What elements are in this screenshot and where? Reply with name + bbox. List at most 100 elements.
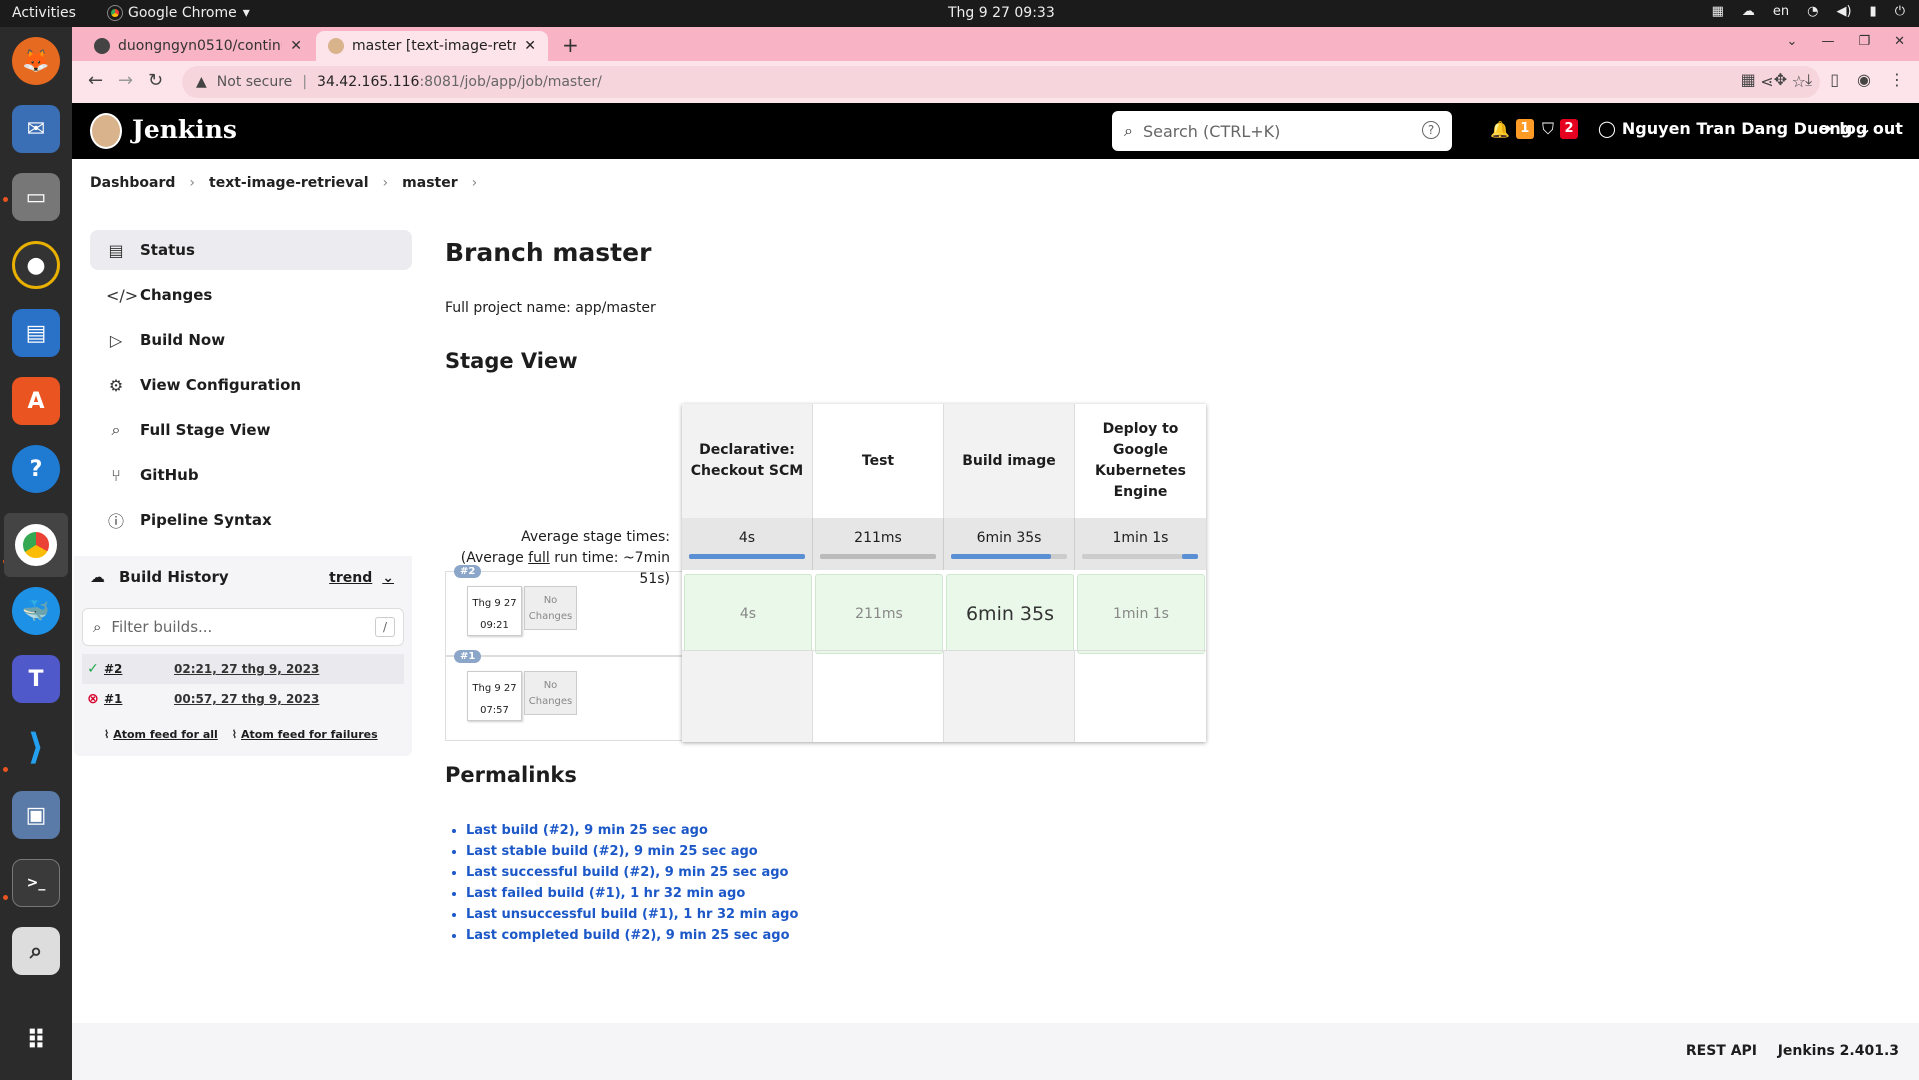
build-number-link[interactable]: #2 [104, 662, 174, 676]
build-row[interactable]: ⊗ #1 00:57, 27 thg 9, 2023 [82, 684, 404, 714]
build-row[interactable]: ✓ #2 02:21, 27 thg 9, 2023 [82, 654, 404, 684]
close-window-icon[interactable]: ✕ [1894, 34, 1905, 49]
permalink-last-stable[interactable]: Last stable build (#2), 9 min 25 sec ago [466, 841, 798, 862]
divider: | [302, 74, 308, 90]
permalink-last-successful[interactable]: Last successful build (#2), 9 min 25 sec… [466, 862, 798, 883]
stage-cell-success[interactable]: 6min 35s [946, 574, 1074, 654]
side-item-pipeline-syntax[interactable]: ⓘ Pipeline Syntax [90, 500, 412, 540]
breadcrumb-dashboard[interactable]: Dashboard [90, 175, 175, 191]
filter-builds-input[interactable]: ⌕ Filter builds... / [82, 608, 404, 646]
build-date-link[interactable]: 00:57, 27 thg 9, 2023 [174, 692, 319, 706]
side-item-label: Status [140, 241, 195, 259]
build-number-link[interactable]: #1 [104, 692, 174, 706]
side-item-changes[interactable]: </> Changes [90, 275, 412, 315]
help-icon[interactable]: ? [12, 445, 60, 493]
jenkins-version-link[interactable]: Jenkins 2.401.3 [1778, 1043, 1899, 1059]
apps-grid-icon[interactable]: ⠿ [12, 1017, 60, 1065]
breadcrumb: Dashboard › text-image-retrieval › maste… [90, 175, 477, 191]
tab-github[interactable]: duongngyn0510/continu ✕ [82, 31, 314, 61]
magnifier-icon[interactable]: ⌕ [12, 927, 60, 975]
maximize-icon[interactable]: ❐ [1858, 34, 1870, 49]
writer-icon[interactable]: ▤ [12, 309, 60, 357]
atom-feed-failures-link[interactable]: ⌇ Atom feed for failures [232, 728, 378, 741]
jenkins-logo-icon[interactable] [90, 113, 122, 149]
stage-average: 4s [682, 518, 813, 570]
downloads-icon[interactable]: ⤓ [1805, 70, 1812, 90]
minimize-icon[interactable]: — [1821, 34, 1834, 49]
activities-button[interactable]: Activities [12, 5, 76, 21]
atom-feed-all-link[interactable]: ⌇ Atom feed for all [104, 728, 218, 741]
jenkins-title[interactable]: Jenkins [132, 115, 237, 144]
reload-icon[interactable]: ↻ [148, 70, 163, 91]
translate-extension-icon[interactable]: ▦ [1741, 70, 1756, 90]
permalink-last-build[interactable]: Last build (#2), 9 min 25 sec ago [466, 820, 798, 841]
stage-cell-success[interactable]: 1min 1s [1077, 574, 1205, 654]
status-icon: ▤ [108, 240, 124, 260]
firefox-icon[interactable]: 🦊 [12, 37, 60, 85]
vscode-icon[interactable]: ⟩ [12, 723, 60, 771]
chevron-right-icon[interactable]: › [189, 175, 195, 191]
rhythmbox-icon[interactable]: ● [12, 241, 60, 289]
tab-search-icon[interactable]: ⌄ [1787, 34, 1798, 49]
profile-avatar-icon[interactable]: ◉ [1857, 70, 1871, 90]
stage-average-bar [951, 554, 1067, 559]
docker-icon[interactable]: 🐳 [12, 587, 60, 635]
tab-jenkins[interactable]: master [text-image-retrie ✕ [316, 31, 548, 61]
permalinks-list: Last build (#2), 9 min 25 sec ago Last s… [466, 820, 798, 946]
notifications-button[interactable]: 🔔 1 [1490, 119, 1534, 139]
run-row[interactable]: #1 Thg 9 27 07:57 No Changes [445, 650, 682, 741]
permalink-last-unsuccessful[interactable]: Last unsuccessful build (#1), 1 hr 32 mi… [466, 904, 798, 925]
security-button[interactable]: ⛉ 2 [1542, 119, 1579, 139]
extensions-puzzle-icon[interactable]: ✥ [1774, 70, 1787, 90]
side-panel-icon[interactable]: ▯ [1830, 70, 1839, 90]
app-menu[interactable]: Google Chrome ▾ [107, 5, 250, 21]
logout-link[interactable]: ⇥ log out [1820, 119, 1903, 138]
stage-cell-success[interactable]: 4s [684, 574, 812, 654]
stage-view-title: Stage View [445, 349, 578, 373]
back-icon[interactable]: ← [88, 70, 103, 91]
forward-icon[interactable]: → [118, 70, 133, 91]
rest-api-link[interactable]: REST API [1686, 1043, 1757, 1059]
warning-icon: ▲ [196, 74, 207, 90]
play-icon: ▷ [109, 330, 123, 350]
chevron-right-icon[interactable]: › [383, 175, 389, 191]
close-icon[interactable]: ✕ [524, 38, 536, 54]
chrome-dock-icon[interactable] [4, 513, 68, 577]
terminal-icon[interactable]: >_ [12, 859, 60, 907]
thunderbird-icon[interactable]: ✉ [12, 105, 60, 153]
permalink-last-completed[interactable]: Last completed build (#2), 9 min 25 sec … [466, 925, 798, 946]
chevron-right-icon[interactable]: › [472, 175, 478, 191]
close-icon[interactable]: ✕ [290, 38, 302, 54]
address-bar[interactable]: ▲ Not secure | 34.42.165.116 :8081/job/a… [182, 66, 1820, 98]
search-input[interactable]: ⌕ Search (CTRL+K) ? [1112, 111, 1452, 151]
breadcrumb-branch[interactable]: master [402, 175, 457, 191]
side-item-github[interactable]: ⑂ GitHub [90, 455, 412, 495]
bell-icon: 🔔 [1490, 119, 1510, 139]
run-badge[interactable]: #2 [454, 565, 482, 578]
clock[interactable]: Thg 9 27 09:33 [948, 5, 1055, 21]
build-date-link[interactable]: 02:21, 27 thg 9, 2023 [174, 662, 319, 676]
permalink-last-failed[interactable]: Last failed build (#1), 1 hr 32 min ago [466, 883, 798, 904]
system-tray[interactable]: ▦ ☁ en ◔ ◀) ▮ ⏻ [1712, 4, 1905, 19]
side-item-status[interactable]: ▤ Status [90, 230, 412, 270]
files-icon[interactable]: ▭ [12, 173, 60, 221]
new-tab-button[interactable]: + [562, 33, 579, 57]
run-row[interactable]: #2 Thg 9 27 09:21 No Changes [445, 565, 682, 656]
help-icon[interactable]: ? [1422, 121, 1440, 139]
full-link[interactable]: full [528, 550, 550, 566]
side-item-build-now[interactable]: ▷ Build Now [90, 320, 412, 360]
breadcrumb-job[interactable]: text-image-retrieval [209, 175, 369, 191]
side-item-full-stage-view[interactable]: ⌕ Full Stage View [90, 410, 412, 450]
screenshot-icon[interactable]: ▣ [12, 791, 60, 839]
stage-cell-success[interactable]: 211ms [815, 574, 943, 654]
side-item-view-configuration[interactable]: ⚙ View Configuration [90, 365, 412, 405]
success-icon: ✓ [87, 661, 99, 677]
software-icon[interactable]: A [12, 377, 60, 425]
branch-icon: ⑂ [111, 465, 121, 485]
menu-kebab-icon[interactable]: ⋮ [1889, 70, 1905, 90]
not-secure-label[interactable]: Not secure [217, 74, 293, 90]
teams-icon[interactable]: T [12, 655, 60, 703]
run-badge[interactable]: #1 [454, 650, 482, 663]
language-indicator[interactable]: en [1773, 4, 1789, 19]
trend-link[interactable]: trend ⌄ [329, 570, 394, 586]
